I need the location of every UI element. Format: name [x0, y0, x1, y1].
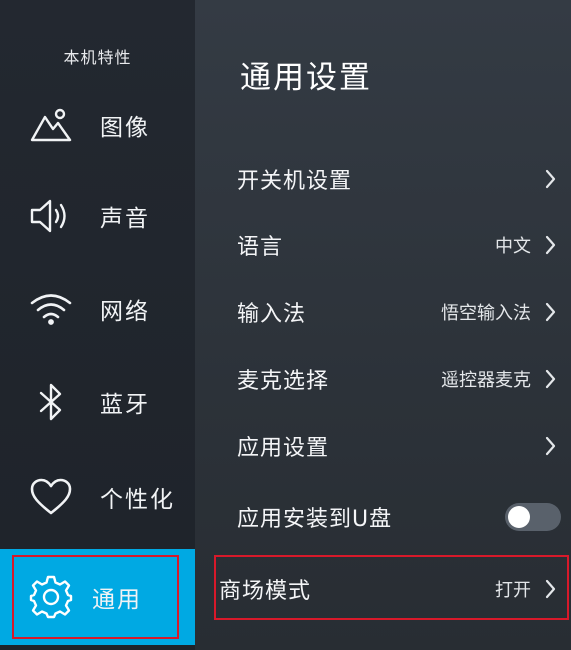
- page-title: 通用设置: [240, 60, 372, 96]
- chevron-right-icon: [545, 235, 556, 255]
- bluetooth-icon: [28, 379, 74, 425]
- sidebar-item-label: 个性化: [100, 487, 175, 513]
- sidebar-item-sound[interactable]: 声音: [0, 176, 195, 256]
- heart-icon: [28, 474, 74, 520]
- setting-label: 输入法: [237, 302, 307, 327]
- wifi-icon: [28, 286, 74, 332]
- chevron-right-icon: [545, 436, 556, 456]
- setting-label: 应用安装到U盘: [237, 507, 393, 532]
- setting-row-install-to-usb[interactable]: 应用安装到U盘: [195, 484, 571, 550]
- sidebar-item-label: 声音: [100, 206, 150, 232]
- setting-label: 语言: [237, 235, 284, 260]
- setting-label: 麦克选择: [237, 369, 330, 394]
- chevron-right-icon: [545, 579, 556, 599]
- speaker-icon: [28, 193, 74, 239]
- sidebar-item-label: 通用: [92, 587, 142, 613]
- install-to-usb-toggle[interactable]: [505, 503, 561, 531]
- chevron-right-icon: [545, 302, 556, 322]
- chevron-right-icon: [545, 369, 556, 389]
- sidebar-item-network[interactable]: 网络: [0, 269, 195, 349]
- sidebar-item-label: 网络: [100, 299, 150, 325]
- setting-value: 遥控器麦克: [441, 370, 531, 391]
- setting-value: 中文: [495, 236, 531, 257]
- setting-row-language[interactable]: 语言 中文: [195, 212, 571, 278]
- setting-value: 悟空输入法: [441, 303, 531, 324]
- setting-label: 开关机设置: [237, 169, 353, 194]
- setting-row-power[interactable]: 开关机设置: [195, 146, 571, 212]
- sidebar-heading: 本机特性: [63, 48, 132, 67]
- sidebar-item-image[interactable]: 图像: [0, 85, 195, 165]
- setting-row-store-mode[interactable]: 商场模式 打开: [195, 556, 571, 622]
- image-icon: [28, 102, 74, 148]
- sidebar-item-label: 图像: [100, 115, 150, 141]
- gear-icon: [28, 574, 74, 620]
- setting-row-microphone[interactable]: 麦克选择 遥控器麦克: [195, 346, 571, 412]
- sidebar-item-bluetooth[interactable]: 蓝牙: [0, 362, 195, 442]
- setting-row-app-settings[interactable]: 应用设置: [195, 413, 571, 479]
- sidebar-item-general[interactable]: 通用: [0, 549, 195, 645]
- settings-panel: 通用设置 开关机设置 语言 中文 输入法 悟空输入法 麦克选择 遥控器麦克 应用…: [195, 0, 571, 650]
- sidebar-item-personalization[interactable]: 个性化: [0, 457, 195, 537]
- setting-label: 应用设置: [237, 436, 330, 461]
- sidebar: 本机特性 图像 声音 网络 蓝牙 个性化 通用: [0, 0, 195, 650]
- setting-row-input-method[interactable]: 输入法 悟空输入法: [195, 279, 571, 345]
- setting-label: 商场模式: [219, 579, 312, 604]
- toggle-knob: [508, 506, 530, 528]
- sidebar-item-label: 蓝牙: [100, 392, 150, 418]
- setting-value: 打开: [495, 580, 531, 601]
- chevron-right-icon: [545, 169, 556, 189]
